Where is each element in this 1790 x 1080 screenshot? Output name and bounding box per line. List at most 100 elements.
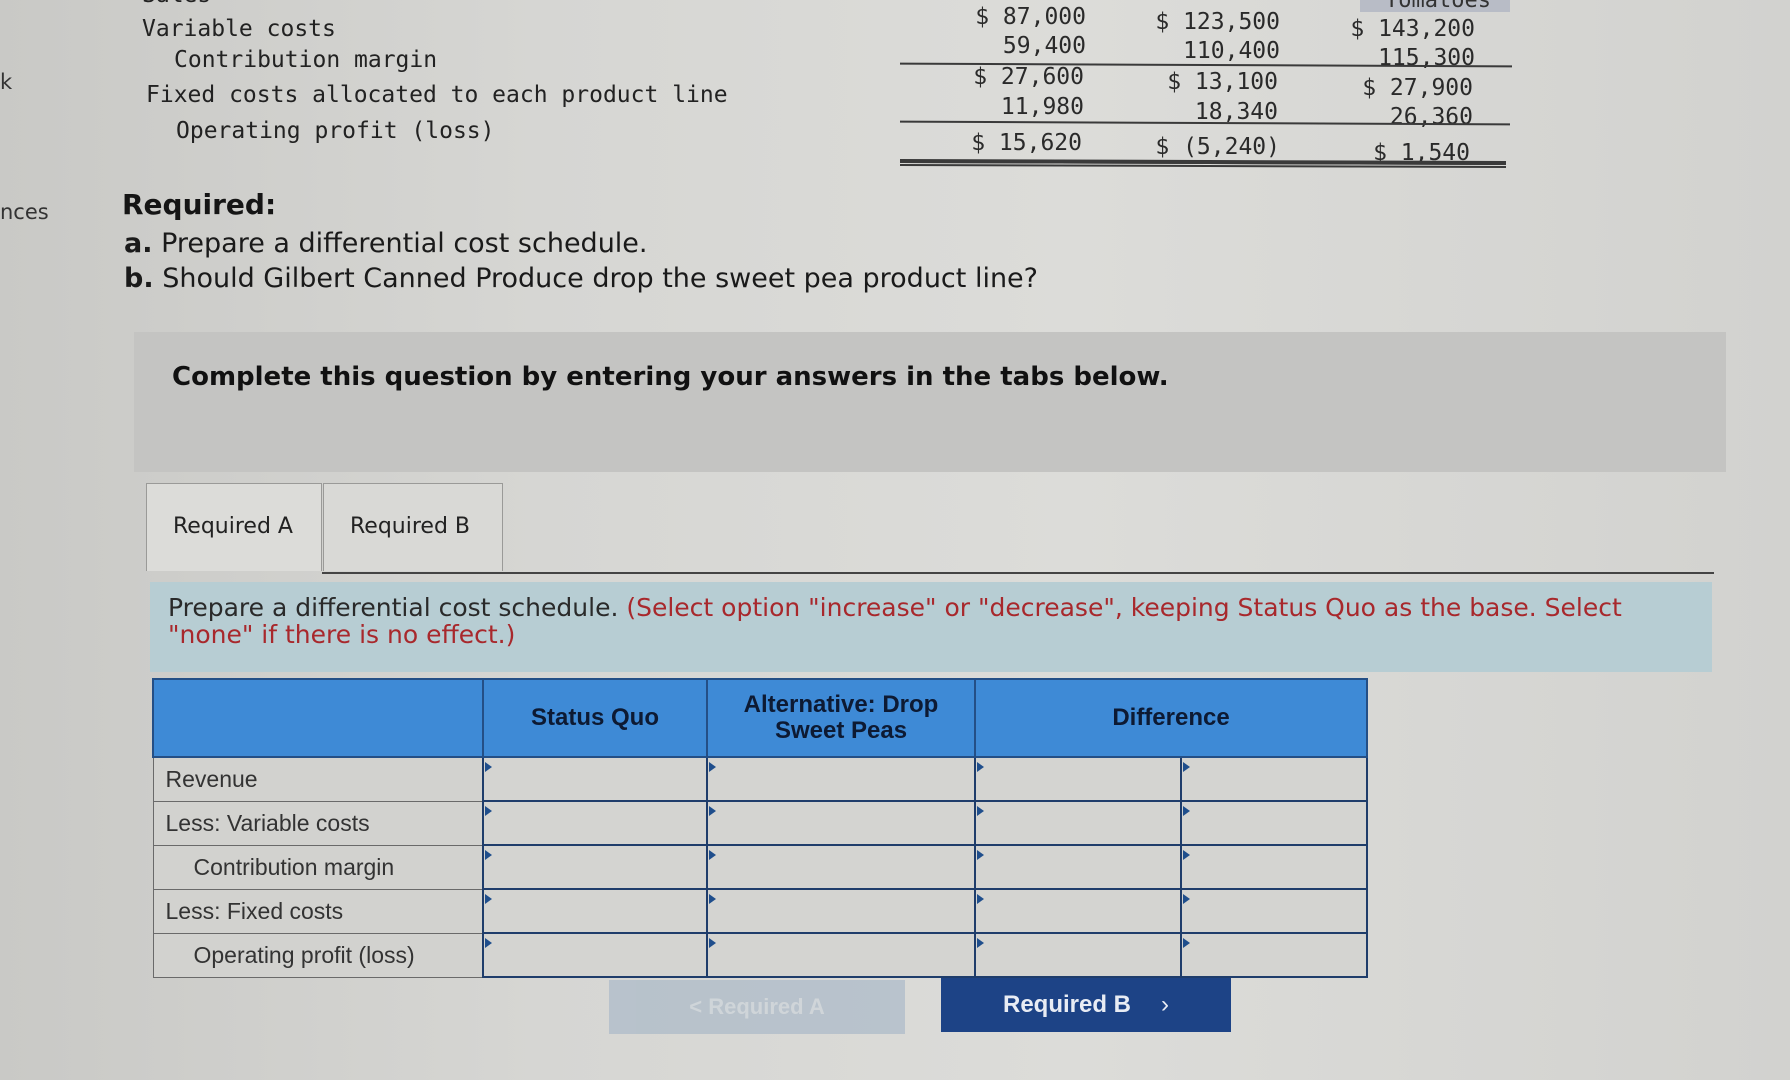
header-alternative: Alternative: Drop Sweet Peas bbox=[706, 678, 976, 758]
value-variable-col1: 59,400 bbox=[1002, 33, 1086, 59]
row-label-contribution-margin: Contribution margin bbox=[174, 47, 438, 73]
status-quo-fixed-input[interactable] bbox=[482, 888, 708, 934]
tab-required-b-label: Required B bbox=[350, 514, 471, 539]
difference-variable-field[interactable] bbox=[977, 803, 1180, 843]
instruction-text: Complete this question by entering your … bbox=[172, 362, 1169, 392]
header-blank bbox=[152, 678, 484, 758]
dropdown-marker-icon bbox=[1183, 850, 1191, 860]
input-marker-icon bbox=[485, 938, 492, 948]
row-label-fixed-costs: Fixed costs allocated to each product li… bbox=[146, 82, 728, 108]
dropdown-marker-icon bbox=[1183, 806, 1191, 816]
input-marker-icon bbox=[977, 894, 984, 904]
difference-fixed-input[interactable] bbox=[973, 888, 1183, 934]
difference-revenue-field[interactable] bbox=[977, 759, 1180, 799]
value-profit-col1: $ 15,620 bbox=[971, 130, 1082, 156]
difference-variable-input[interactable] bbox=[973, 800, 1183, 846]
alternative-fixed-input[interactable] bbox=[706, 888, 976, 934]
status-quo-variable-input[interactable] bbox=[482, 800, 708, 846]
value-sales-col3: $ 143,200 bbox=[1350, 16, 1475, 42]
value-cm-col3: $ 27,900 bbox=[1362, 75, 1473, 101]
alternative-variable-field[interactable] bbox=[709, 803, 973, 843]
status-quo-variable-field[interactable] bbox=[485, 803, 705, 843]
tab-required-a[interactable]: Required A bbox=[146, 483, 322, 571]
input-marker-icon bbox=[485, 850, 492, 860]
table-row: Less: Fixed costs bbox=[152, 888, 1368, 934]
input-marker-icon bbox=[485, 762, 492, 772]
value-fixed-col3: 26,360 bbox=[1389, 104, 1473, 130]
alternative-variable-input[interactable] bbox=[706, 800, 976, 846]
row-label-operating-profit: Operating profit (loss) bbox=[176, 118, 495, 144]
schedule-header-row: Status Quo Alternative: Drop Sweet Peas … bbox=[152, 678, 1368, 758]
input-marker-icon bbox=[709, 894, 716, 904]
value-profit-col2: $ (5,240) bbox=[1155, 134, 1280, 160]
input-marker-icon bbox=[709, 850, 716, 860]
alternative-revenue-input[interactable] bbox=[706, 756, 976, 802]
required-b-text: Should Gilbert Canned Produce drop the s… bbox=[162, 263, 1038, 294]
tab-required-a-label: Required A bbox=[173, 514, 293, 539]
dropdown-marker-icon bbox=[1183, 938, 1191, 948]
input-marker-icon bbox=[977, 762, 984, 772]
alternative-profit-field[interactable] bbox=[709, 935, 973, 975]
input-marker-icon bbox=[977, 938, 984, 948]
status-quo-profit-input[interactable] bbox=[482, 932, 708, 978]
next-button-label: Required B bbox=[1002, 991, 1131, 1018]
input-marker-icon bbox=[485, 894, 492, 904]
table-row: Revenue bbox=[152, 756, 1368, 802]
alternative-cm-field[interactable] bbox=[709, 847, 973, 887]
difference-fixed-field[interactable] bbox=[977, 891, 1180, 931]
status-quo-revenue-field[interactable] bbox=[485, 759, 705, 799]
value-sales-col1: $ 87,000 bbox=[975, 4, 1086, 30]
dropdown-marker-icon bbox=[1183, 894, 1191, 904]
row-label-revenue: Revenue bbox=[152, 756, 484, 802]
status-quo-cm-field[interactable] bbox=[485, 847, 705, 887]
required-heading: Required: bbox=[122, 188, 277, 221]
status-quo-revenue-input[interactable] bbox=[482, 756, 708, 802]
direction-variable-select[interactable] bbox=[1180, 800, 1368, 846]
table-row: Less: Variable costs bbox=[152, 800, 1368, 846]
next-required-b-button[interactable]: Required B › bbox=[941, 978, 1231, 1032]
chevron-right-icon: › bbox=[1161, 991, 1169, 1018]
difference-profit-field[interactable] bbox=[977, 935, 1180, 975]
row-label-fixed-costs: Less: Fixed costs bbox=[152, 888, 484, 934]
sidebar-fragment-references[interactable]: nces bbox=[0, 200, 49, 224]
required-b-prefix: b. bbox=[124, 263, 154, 294]
header-status-quo: Status Quo bbox=[482, 678, 708, 758]
alternative-profit-input[interactable] bbox=[706, 932, 976, 978]
required-a-text: Prepare a differential cost schedule. bbox=[161, 228, 648, 259]
direction-cm-select[interactable] bbox=[1180, 844, 1368, 890]
input-marker-icon bbox=[709, 938, 716, 948]
required-item-a: a. Prepare a differential cost schedule. bbox=[124, 228, 648, 259]
status-quo-cm-input[interactable] bbox=[482, 844, 708, 890]
direction-profit-select[interactable] bbox=[1180, 932, 1368, 978]
required-a-prefix: a. bbox=[124, 228, 153, 259]
direction-fixed-select[interactable] bbox=[1180, 888, 1368, 934]
alternative-cm-input[interactable] bbox=[706, 844, 976, 890]
value-cm-col2: $ 13,100 bbox=[1167, 69, 1278, 95]
alternative-revenue-field[interactable] bbox=[709, 759, 973, 799]
alternative-fixed-field[interactable] bbox=[709, 891, 973, 931]
status-quo-fixed-field[interactable] bbox=[485, 891, 705, 931]
sidebar-fragment-k[interactable]: k bbox=[0, 70, 12, 94]
direction-revenue-select[interactable] bbox=[1180, 756, 1368, 802]
instruction-banner: Complete this question by entering your … bbox=[134, 332, 1726, 472]
header-difference: Difference bbox=[974, 678, 1368, 758]
input-marker-icon bbox=[709, 806, 716, 816]
status-quo-profit-field[interactable] bbox=[485, 935, 705, 975]
difference-cm-field[interactable] bbox=[977, 847, 1180, 887]
table-row: Contribution margin bbox=[152, 844, 1368, 890]
input-marker-icon bbox=[977, 850, 984, 860]
tab-required-b[interactable]: Required B bbox=[323, 483, 503, 571]
difference-revenue-input[interactable] bbox=[973, 756, 1183, 802]
difference-cm-input[interactable] bbox=[973, 844, 1183, 890]
row-label-sales: Sales bbox=[142, 0, 211, 8]
previous-required-a-button[interactable]: < Required A bbox=[609, 980, 905, 1034]
differential-cost-schedule: Status Quo Alternative: Drop Sweet Peas … bbox=[152, 678, 1368, 978]
tab-divider bbox=[322, 572, 1714, 574]
required-item-b: b. Should Gilbert Canned Produce drop th… bbox=[124, 263, 1038, 294]
input-marker-icon bbox=[485, 806, 492, 816]
value-cm-col1: $ 27,600 bbox=[973, 64, 1084, 90]
question-prompt: Prepare a differential cost schedule. (S… bbox=[150, 582, 1712, 672]
difference-profit-input[interactable] bbox=[973, 932, 1183, 978]
dropdown-marker-icon bbox=[1183, 762, 1191, 772]
value-variable-col2: 110,400 bbox=[1183, 38, 1280, 64]
